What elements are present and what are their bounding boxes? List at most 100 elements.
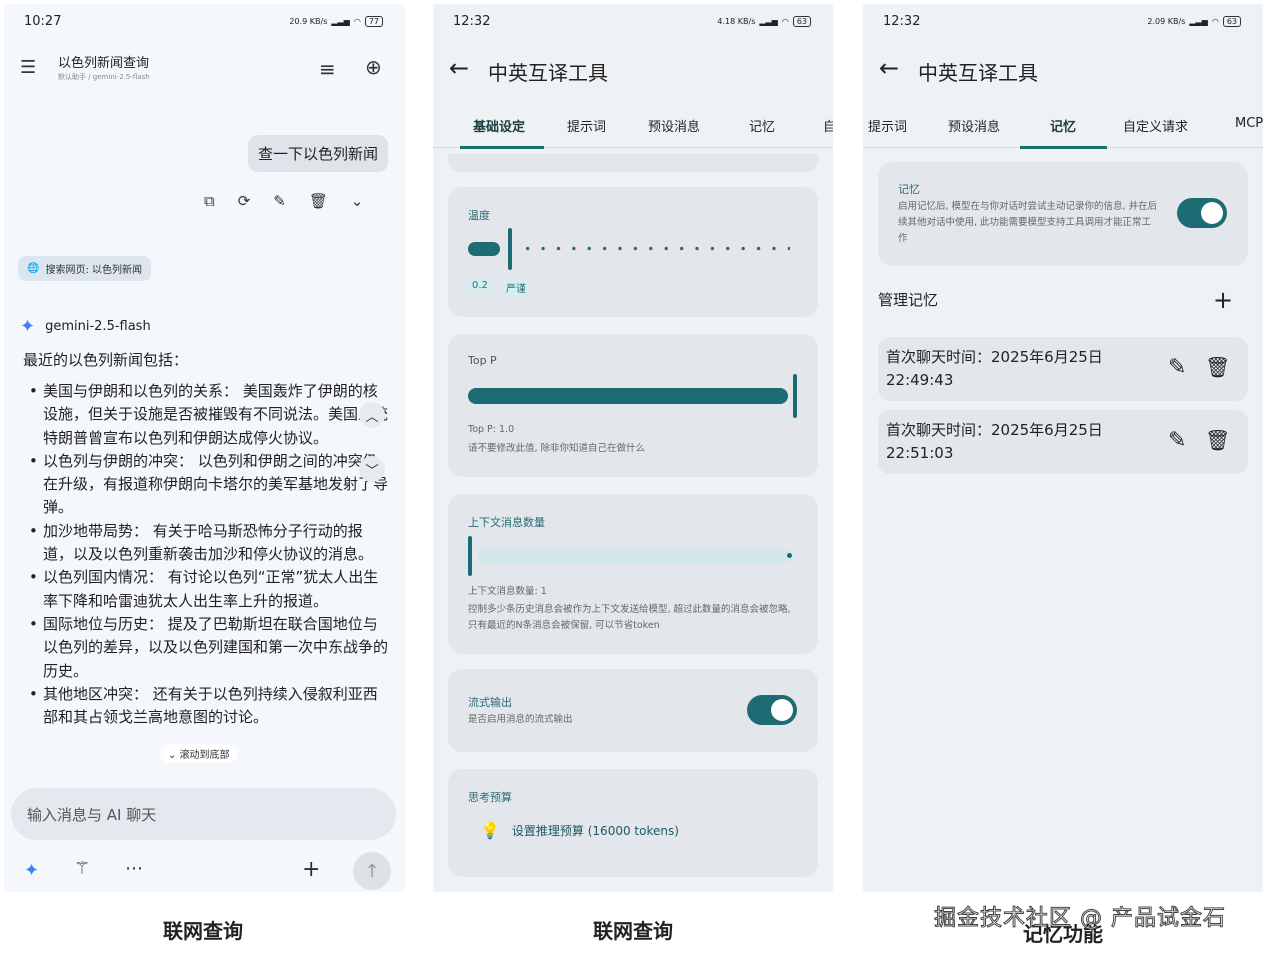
tab-more[interactable]: 自: [823, 116, 833, 135]
tab-memory[interactable]: 记忆: [1050, 116, 1076, 135]
stream-card: 流式输出 是否启用消息的流式输出: [448, 669, 818, 752]
search-chip[interactable]: 🌐 搜索网页: 以色列新闻: [18, 256, 152, 281]
chat-title: 以色列新闻查询: [58, 56, 150, 71]
send-button[interactable]: ↑: [353, 852, 391, 890]
battery-icon: 77: [364, 16, 383, 27]
stream-toggle[interactable]: [747, 695, 797, 725]
status-bar: 10:27 20.9 KB/s ▂▃▅ ◠ 77: [4, 14, 405, 30]
list-icon[interactable]: ≡: [319, 59, 336, 79]
phone-basic-settings: 12:32 4.18 KB/s ▂▃▅ ◠ 63 ← 中英互译工具 基础设定 提示词 …: [433, 4, 833, 892]
back-arrow-icon[interactable]: ←: [879, 54, 899, 82]
model-select-icon[interactable]: ✦: [24, 862, 39, 880]
list-item: 以色列国内情况： 有讨论以色列“正常”犹太人出生率下降和哈雷迪犹太人出生率上升的…: [27, 566, 389, 613]
network-speed: 4.18 KB/s: [717, 17, 756, 26]
add-icon[interactable]: +: [302, 859, 320, 881]
message-actions: ⧉ ⟳ ✎ 🗑 ⌄: [204, 192, 364, 210]
slider-inactive-track: [478, 549, 793, 563]
app-bar: ← 中英互译工具: [863, 54, 1263, 90]
edit-icon[interactable]: ✎: [1168, 355, 1186, 380]
memory-desc: 启用记忆后, 模型在与你对话时尝试主动记录你的信息, 并在后续其他对话中使用, …: [898, 201, 1158, 244]
top-p-value: Top P: 1.0: [468, 424, 515, 435]
edit-icon[interactable]: ✎: [1168, 428, 1186, 453]
model-label: ✦ gemini-2.5-flash: [20, 316, 151, 337]
tab-prompt[interactable]: 提示词: [868, 116, 907, 135]
app-bar: ← 中英互译工具: [433, 54, 833, 90]
top-p-slider[interactable]: [468, 374, 798, 418]
context-slider[interactable]: [468, 534, 798, 578]
thinking-title: 思考预算: [468, 791, 512, 804]
temperature-card: 温度 0.2 严谨: [448, 187, 818, 317]
magic-wand-icon[interactable]: ⚚: [74, 860, 90, 878]
tab-preset[interactable]: 预设消息: [648, 116, 700, 135]
context-card: 上下文消息数量 上下文消息数量: 1 控制多少条历史消息会被作为上下文发送给模型…: [448, 494, 818, 654]
new-chat-icon[interactable]: ⊕: [365, 57, 382, 77]
status-bar: 12:32 4.18 KB/s ▂▃▅ ◠ 63: [433, 14, 833, 30]
scroll-to-bottom-button[interactable]: ⌄ 滚动到底部: [160, 744, 238, 763]
delete-icon[interactable]: 🗑: [309, 192, 328, 210]
slider-thumb[interactable]: [793, 374, 797, 418]
add-memory-icon[interactable]: +: [1213, 286, 1233, 314]
list-item: 其他地区冲突： 还有关于以色列持续入侵叙利亚西部和其占领戈兰高地意图的讨论。: [27, 683, 389, 730]
wifi-icon: ◠: [353, 17, 361, 26]
temperature-title: 温度: [468, 209, 490, 222]
phone-chat-screen: 10:27 20.9 KB/s ▂▃▅ ◠ 77 ☰ 以色列新闻查询 默认助手 / g…: [4, 4, 405, 892]
toggle-knob: [1201, 202, 1223, 224]
tab-custom-request[interactable]: 自定义请求: [1123, 116, 1188, 135]
memory-title: 记忆: [898, 183, 920, 196]
context-desc: 控制多少条历史消息会被作为上下文发送给模型, 超过此数量的消息会被忽略, 只有最…: [468, 604, 791, 631]
back-arrow-icon[interactable]: ←: [449, 54, 469, 82]
user-message: 查一下以色列新闻: [247, 135, 388, 172]
status-time: 10:27: [24, 14, 62, 29]
signal-icon: ▂▃▅: [1189, 17, 1208, 26]
tab-prompt[interactable]: 提示词: [567, 116, 606, 135]
tab-mcp[interactable]: MCP: [1235, 116, 1263, 131]
watermark: 掘金技术社区 @ 产品试金石: [934, 906, 1226, 932]
news-list: 美国与伊朗和以色列的关系： 美国轰炸了伊朗的核设施，但关于设施是否被摧毁有不同说…: [27, 380, 389, 729]
more-icon[interactable]: ⋯: [125, 860, 143, 878]
battery-icon: 63: [1222, 16, 1241, 27]
search-chip-label: 搜索网页: 以色列新闻: [45, 265, 143, 276]
status-bar: 12:32 2.09 KB/s ▂▃▅ ◠ 63: [863, 14, 1263, 30]
slider-active-track: [468, 388, 788, 404]
sidebar-menu-icon[interactable]: ☰: [20, 59, 36, 77]
caption-1: 联网查询: [163, 919, 243, 943]
edit-icon[interactable]: ✎: [273, 192, 286, 210]
scroll-to-bottom-label: 滚动到底部: [179, 750, 230, 761]
chevron-down-icon: ﹀: [365, 463, 379, 479]
message-input[interactable]: 输入消息与 AI 聊天: [11, 788, 396, 840]
stream-title: 流式输出: [468, 696, 512, 709]
tab-basic[interactable]: 基础设定: [473, 116, 525, 135]
page-title: 中英互译工具: [488, 61, 608, 85]
thinking-budget-label: 设置推理预算 (16000 tokens): [511, 824, 679, 838]
memory-item: 首次聊天时间：2025年6月25日 22:49:43 ✎ 🗑: [878, 337, 1248, 401]
regenerate-icon[interactable]: ⟳: [238, 192, 251, 210]
delete-icon[interactable]: 🗑: [1205, 355, 1230, 379]
thinking-budget-button[interactable]: 💡 设置推理预算 (16000 tokens): [480, 821, 679, 840]
chevron-down-icon[interactable]: ⌄: [351, 192, 364, 210]
wifi-icon: ◠: [1211, 17, 1219, 26]
manage-memory-title: 管理记忆: [878, 291, 939, 309]
thinking-card: 思考预算 💡 设置推理预算 (16000 tokens): [448, 769, 818, 877]
tab-memory[interactable]: 记忆: [749, 116, 775, 135]
delete-icon[interactable]: 🗑: [1205, 428, 1230, 452]
copy-icon[interactable]: ⧉: [204, 192, 215, 210]
stream-desc: 是否启用消息的流式输出: [468, 714, 573, 725]
page-title: 中英互译工具: [918, 61, 1038, 85]
tab-preset[interactable]: 预设消息: [948, 116, 1000, 135]
network-speed: 2.09 KB/s: [1147, 17, 1186, 26]
status-time: 12:32: [883, 14, 921, 29]
temperature-slider[interactable]: [468, 227, 798, 271]
slider-thumb[interactable]: [508, 228, 512, 270]
lightbulb-icon: 💡: [480, 821, 500, 840]
answer-intro: 最近的以色列新闻包括：: [23, 351, 189, 369]
list-item: 加沙地带局势： 有关于哈马斯恐怖分子行动的报道，以及以色列重新袭击加沙和停火协议…: [27, 520, 389, 567]
memory-text: 首次聊天时间：2025年6月25日 22:49:43: [886, 348, 1103, 389]
scroll-down-button[interactable]: ﹀: [359, 456, 385, 482]
list-item: 以色列与伊朗的冲突： 以色列和伊朗之间的冲突仍在升级，有报道称伊朗向卡塔尔的美军…: [27, 450, 389, 520]
wifi-icon: ◠: [781, 17, 789, 26]
slider-thumb[interactable]: [468, 536, 472, 576]
tab-indicator: [460, 146, 544, 149]
top-p-card: Top P Top P: 1.0 请不要修改此值, 除非你知道自己在做什么: [448, 334, 818, 477]
scroll-up-button[interactable]: ︿: [359, 402, 385, 428]
memory-toggle[interactable]: [1177, 198, 1227, 228]
